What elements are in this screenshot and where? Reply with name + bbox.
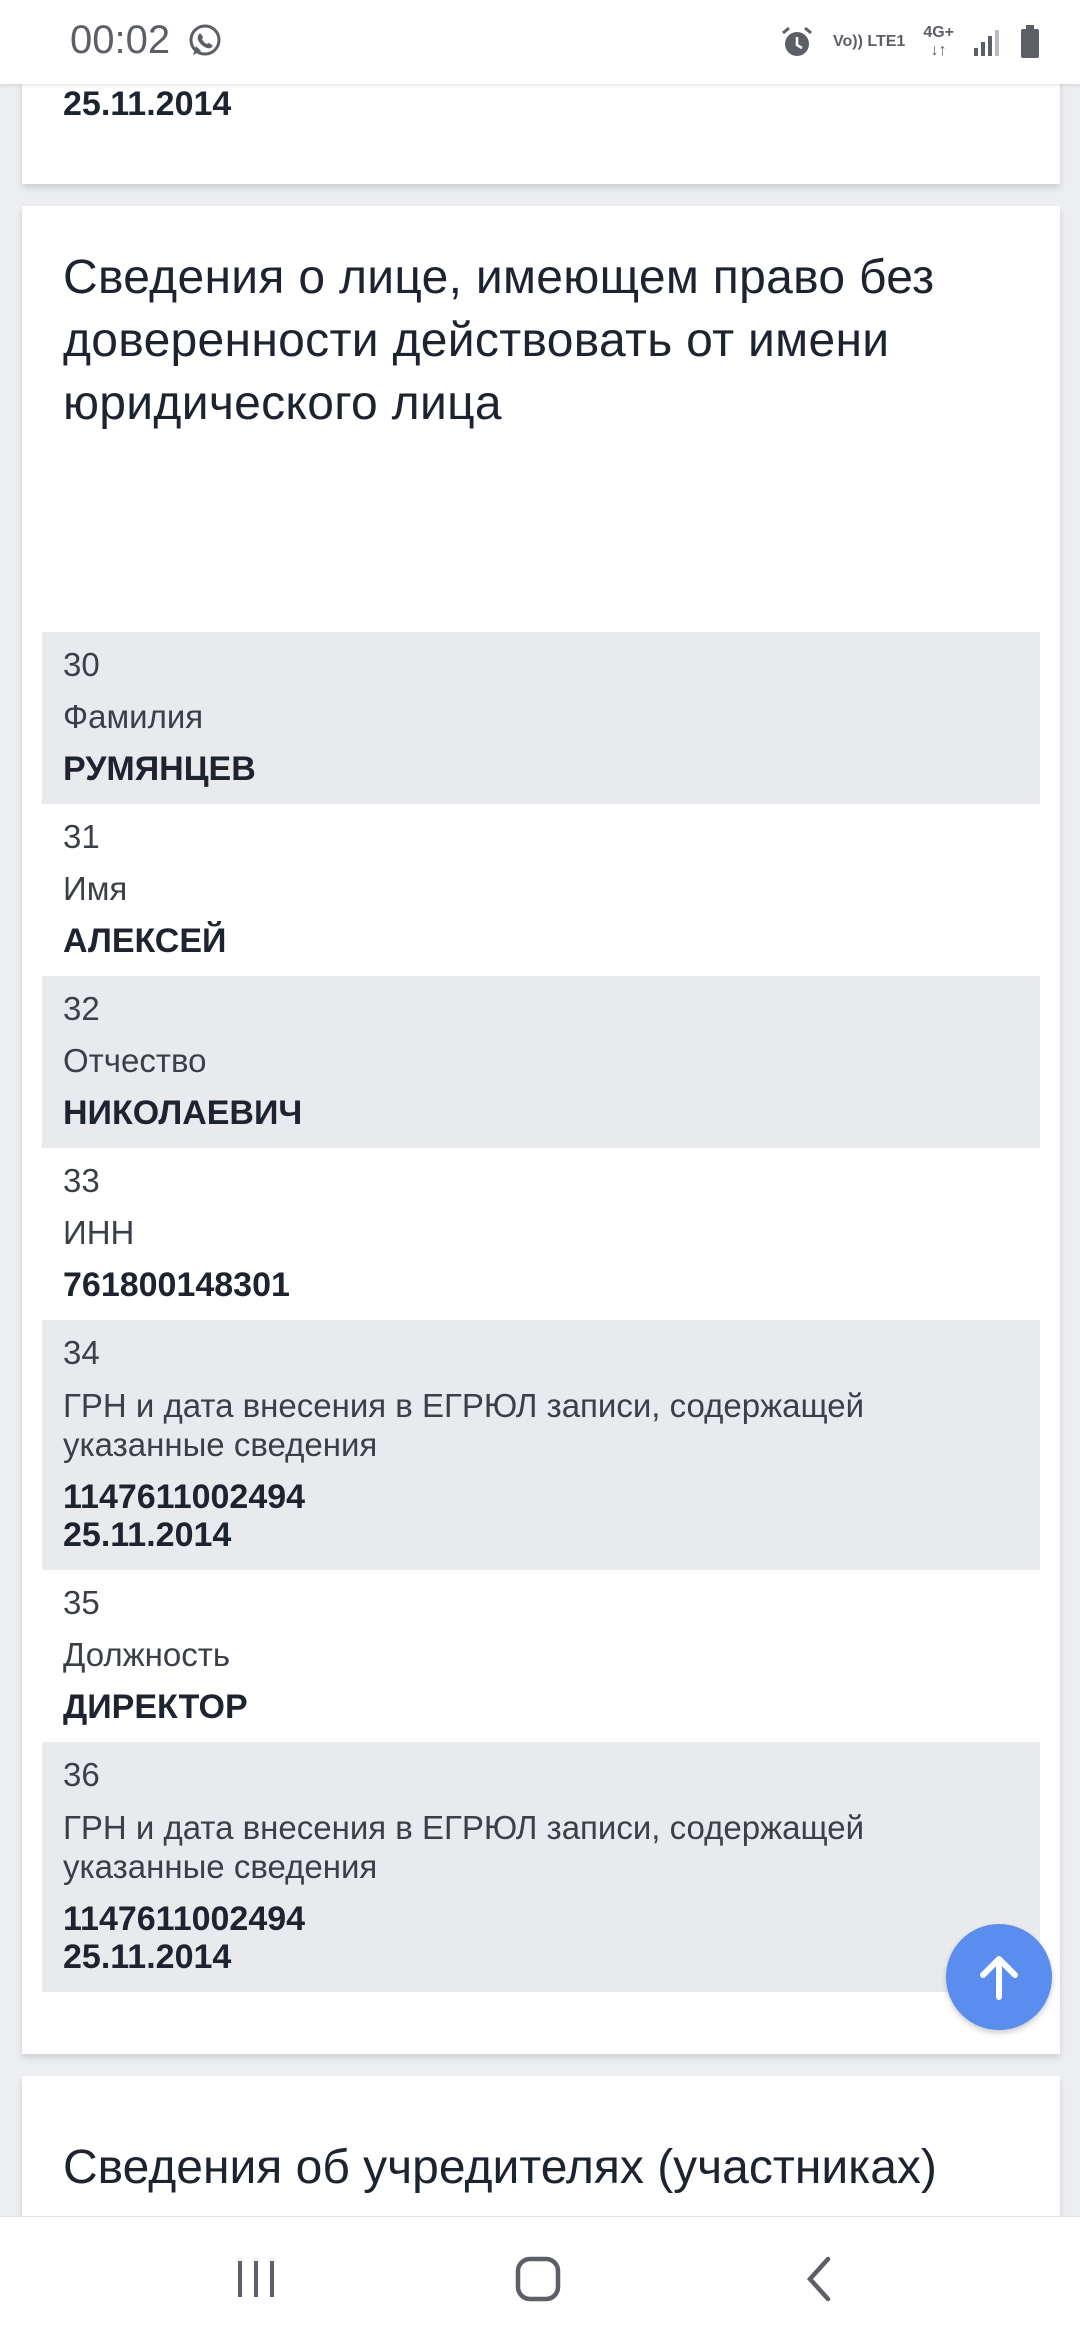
table-row-31: 31 Имя АЛЕКСЕЙ xyxy=(42,804,1040,976)
status-icons: Vo)) LTE1 4G+ ↓↑ xyxy=(779,20,1040,64)
section-title: Сведения об учредителях (участниках) юри… xyxy=(63,2141,937,2216)
founders-section: Сведения об учредителях (участниках) юри… xyxy=(22,2076,1060,2216)
row-label: Фамилия xyxy=(63,698,204,735)
whatsapp-icon xyxy=(189,24,221,56)
home-button[interactable] xyxy=(508,2253,568,2305)
recent-apps-icon xyxy=(238,2261,274,2297)
data-indicator: 4G+ ↓↑ xyxy=(923,24,954,60)
data-label: 4G+ xyxy=(923,24,954,41)
details-table: 30 Фамилия РУМЯНЦЕВ 31 Имя АЛЕКСЕЙ 32 От… xyxy=(42,632,1040,1992)
table-row-35: 35 Должность ДИРЕКТОР xyxy=(42,1570,1040,1742)
row-value: НИКОЛАЕВИЧ xyxy=(63,1094,303,1132)
row-number: 35 xyxy=(63,1584,100,1621)
row-number: 30 xyxy=(63,646,100,683)
row-value: 761800148301 xyxy=(63,1266,290,1304)
arrow-up-icon xyxy=(980,1956,1018,2000)
signal-icon xyxy=(974,30,999,56)
row-value: 1147611002494 xyxy=(63,1900,306,1938)
section-title: Сведения о лице, имеющем право без довер… xyxy=(63,251,935,430)
row-value: ДИРЕКТОР xyxy=(63,1688,248,1726)
navigation-bar xyxy=(0,2216,1080,2341)
row-label: Отчество xyxy=(63,1042,207,1079)
table-row-33: 33 ИНН 761800148301 xyxy=(42,1148,1040,1320)
authorized-person-section: Сведения о лице, имеющем право без довер… xyxy=(22,206,1060,2054)
back-button[interactable] xyxy=(790,2253,850,2305)
status-time: 00:02 xyxy=(70,18,171,62)
back-icon xyxy=(806,2256,831,2302)
table-row-30: 30 Фамилия РУМЯНЦЕВ xyxy=(42,632,1040,804)
table-row-32: 32 Отчество НИКОЛАЕВИЧ xyxy=(42,976,1040,1148)
table-row-34: 34 ГРН и дата внесения в ЕГРЮЛ записи, с… xyxy=(42,1320,1040,1570)
row-value-date: 25.11.2014 xyxy=(63,1938,232,1976)
row-number: 36 xyxy=(63,1756,100,1793)
network-type-text: Vo)) LTE1 xyxy=(833,33,905,51)
battery-icon xyxy=(1021,25,1039,58)
row-value: 1147611002494 xyxy=(63,1478,306,1516)
scroll-to-top-button[interactable] xyxy=(946,1924,1052,2030)
row-number: 32 xyxy=(63,990,100,1027)
alarm-icon xyxy=(782,26,812,56)
table-row-36: 36 ГРН и дата внесения в ЕГРЮЛ записи, с… xyxy=(42,1742,1040,1992)
previous-record-date: 25.11.2014 xyxy=(63,85,232,123)
recent-apps-button[interactable] xyxy=(226,2253,286,2305)
row-value: АЛЕКСЕЙ xyxy=(63,922,227,960)
row-label: Имя xyxy=(63,870,128,907)
row-label: Должность xyxy=(63,1636,231,1673)
row-number: 34 xyxy=(63,1334,100,1371)
row-label: ИНН xyxy=(63,1214,135,1251)
network-label: Vo)) LTE1 xyxy=(833,33,906,50)
row-number: 31 xyxy=(63,818,100,855)
status-bar: 00:02 Vo)) LTE1 4G+ ↓↑ xyxy=(0,0,1080,84)
row-value-date: 25.11.2014 xyxy=(63,1516,232,1554)
row-number: 33 xyxy=(63,1162,100,1199)
row-value: РУМЯНЦЕВ xyxy=(63,750,256,788)
row-label: ГРН и дата внесения в ЕГРЮЛ записи, соде… xyxy=(63,1387,865,1463)
home-icon xyxy=(515,2256,561,2302)
page-content: 25.11.2014 Сведения о лице, имеющем прав… xyxy=(0,0,1080,2216)
row-label: ГРН и дата внесения в ЕГРЮЛ записи, соде… xyxy=(63,1809,865,1885)
data-arrows-icon: ↓↑ xyxy=(930,42,947,59)
